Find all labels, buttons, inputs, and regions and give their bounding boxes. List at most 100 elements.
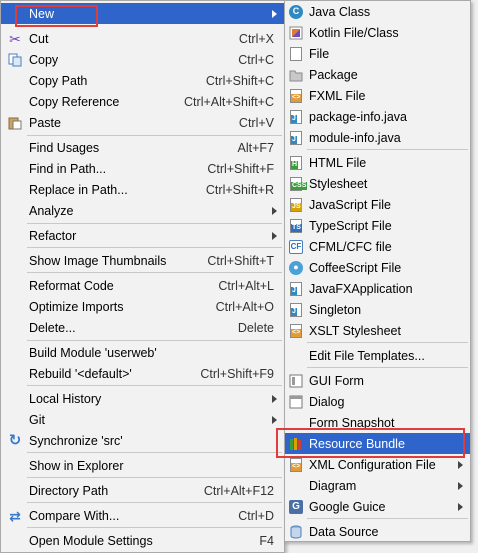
submenu-arrow-icon (458, 502, 463, 511)
menu-item-label: Build Module 'userweb' (29, 345, 157, 360)
submenu-item-label: Dialog (309, 394, 345, 409)
submenu-item-diagram[interactable]: Diagram (285, 475, 470, 496)
submenu-item-data-source[interactable]: Data Source (285, 521, 470, 542)
submenu-item-label: Singleton (309, 302, 362, 317)
menu-item-paste[interactable]: Paste Ctrl+V (1, 112, 284, 133)
submenu-item-label: Form Snapshot (309, 415, 395, 430)
paste-icon (7, 115, 23, 131)
menu-item-rebuild[interactable]: Rebuild '<default>' Ctrl+Shift+F9 (1, 363, 284, 384)
submenu-arrow-icon (458, 481, 463, 490)
submenu-item-typescript[interactable]: TS TypeScript File (285, 215, 470, 236)
singleton-icon: J (288, 302, 304, 318)
menu-item-cut[interactable]: ✂ Cut Ctrl+X (1, 28, 284, 49)
menu-item-shortcut: Ctrl+Alt+F12 (203, 483, 274, 498)
menu-item-shortcut: Ctrl+Shift+T (207, 253, 274, 268)
menu-item-new[interactable]: New (1, 3, 284, 24)
menu-item-show-in-explorer[interactable]: Show in Explorer (1, 455, 284, 476)
menu-item-find-in-path[interactable]: Find in Path... Ctrl+Shift+F (1, 158, 284, 179)
menu-item-label: Git (29, 412, 45, 427)
menu-item-copy-path[interactable]: Copy Path Ctrl+Shift+C (1, 70, 284, 91)
menu-separator (27, 223, 282, 224)
menu-separator (307, 149, 468, 150)
kotlin-icon (288, 25, 304, 41)
submenu-item-cfml[interactable]: CF CFML/CFC file (285, 236, 470, 257)
context-menu: New ✂ Cut Ctrl+X Copy Ctrl+C Copy Path C… (0, 0, 285, 553)
menu-item-shortcut: Alt+F7 (237, 140, 274, 155)
submenu-item-label: Package (309, 67, 358, 82)
copy-icon (7, 52, 23, 68)
menu-item-shortcut: F4 (259, 533, 274, 548)
menu-item-label: Copy Path (29, 73, 88, 88)
submenu-item-xml-configuration[interactable]: <> XML Configuration File (285, 454, 470, 475)
menu-item-build-module[interactable]: Build Module 'userweb' (1, 342, 284, 363)
submenu-item-label: package-info.java (309, 109, 407, 124)
menu-item-compare-with[interactable]: ⇄ Compare With... Ctrl+D (1, 505, 284, 526)
menu-item-label: Show in Explorer (29, 458, 124, 473)
submenu-item-resource-bundle[interactable]: Resource Bundle (285, 433, 470, 454)
menu-separator (307, 518, 468, 519)
menu-item-delete[interactable]: Delete... Delete (1, 317, 284, 338)
submenu-item-google-guice[interactable]: G Google Guice (285, 496, 470, 517)
menu-item-label: Copy (29, 52, 59, 67)
menu-item-replace-in-path[interactable]: Replace in Path... Ctrl+Shift+R (1, 179, 284, 200)
menu-separator (27, 385, 282, 386)
menu-item-label: Refactor (29, 228, 77, 243)
menu-item-synchronize[interactable]: ↻ Synchronize 'src' (1, 430, 284, 451)
menu-item-shortcut: Ctrl+X (238, 31, 274, 46)
guice-icon: G (288, 499, 304, 515)
menu-item-analyze[interactable]: Analyze (1, 200, 284, 221)
submenu-item-fxml[interactable]: <> FXML File (285, 85, 470, 106)
coffee-icon: ● (288, 260, 304, 276)
menu-item-show-image-thumbnails[interactable]: Show Image Thumbnails Ctrl+Shift+T (1, 250, 284, 271)
submenu-item-javascript[interactable]: JS JavaScript File (285, 194, 470, 215)
submenu-item-stylesheet[interactable]: CSS Stylesheet (285, 173, 470, 194)
xslt-icon: <> (288, 323, 304, 339)
submenu-item-package[interactable]: Package (285, 64, 470, 85)
submenu-item-kotlin[interactable]: Kotlin File/Class (285, 22, 470, 43)
menu-item-label: Copy Reference (29, 94, 120, 109)
submenu-item-edit-file-templates[interactable]: Edit File Templates... (285, 345, 470, 366)
submenu-item-label: XSLT Stylesheet (309, 323, 401, 338)
compare-icon: ⇄ (9, 507, 21, 524)
submenu-item-label: Edit File Templates... (309, 348, 425, 363)
submenu-arrow-icon (272, 415, 277, 424)
menu-separator (307, 342, 468, 343)
submenu-arrow-icon (272, 394, 277, 403)
menu-item-copy-reference[interactable]: Copy Reference Ctrl+Alt+Shift+C (1, 91, 284, 112)
js-icon: JS (288, 197, 304, 213)
menu-separator (307, 367, 468, 368)
menu-item-git[interactable]: Git (1, 409, 284, 430)
xml-icon: <> (288, 457, 304, 473)
submenu-item-html[interactable]: H HTML File (285, 152, 470, 173)
menu-item-label: New (29, 6, 55, 21)
menu-item-reformat-code[interactable]: Reformat Code Ctrl+Alt+L (1, 275, 284, 296)
submenu-item-javafx[interactable]: J JavaFXApplication (285, 278, 470, 299)
submenu-item-gui-form[interactable]: GUI Form (285, 370, 470, 391)
menu-item-open-module-settings[interactable]: Open Module Settings F4 (1, 530, 284, 551)
menu-item-directory-path[interactable]: Directory Path Ctrl+Alt+F12 (1, 480, 284, 501)
submenu-item-xslt[interactable]: <> XSLT Stylesheet (285, 320, 470, 341)
menu-item-optimize-imports[interactable]: Optimize Imports Ctrl+Alt+O (1, 296, 284, 317)
menu-item-copy[interactable]: Copy Ctrl+C (1, 49, 284, 70)
submenu-item-label: JavaFXApplication (309, 281, 413, 296)
html-icon: H (288, 155, 304, 171)
submenu-item-singleton[interactable]: J Singleton (285, 299, 470, 320)
menu-item-refactor[interactable]: Refactor (1, 225, 284, 246)
submenu-item-form-snapshot[interactable]: Form Snapshot (285, 412, 470, 433)
menu-item-label: Replace in Path... (29, 182, 128, 197)
submenu-item-label: Diagram (309, 478, 357, 493)
java-file-icon: J (288, 130, 304, 146)
submenu-item-module-info[interactable]: J module-info.java (285, 127, 470, 148)
submenu-item-package-info[interactable]: J package-info.java (285, 106, 470, 127)
scissors-icon: ✂ (9, 30, 21, 47)
menu-item-label: Delete... (29, 320, 76, 335)
menu-separator (27, 452, 282, 453)
file-icon (288, 46, 304, 62)
submenu-item-file[interactable]: File (285, 43, 470, 64)
submenu-item-dialog[interactable]: Dialog (285, 391, 470, 412)
submenu-item-java-class[interactable]: C Java Class (285, 1, 470, 22)
submenu-item-coffeescript[interactable]: ● CoffeeScript File (285, 257, 470, 278)
menu-item-local-history[interactable]: Local History (1, 388, 284, 409)
menu-item-find-usages[interactable]: Find Usages Alt+F7 (1, 137, 284, 158)
menu-separator (27, 477, 282, 478)
